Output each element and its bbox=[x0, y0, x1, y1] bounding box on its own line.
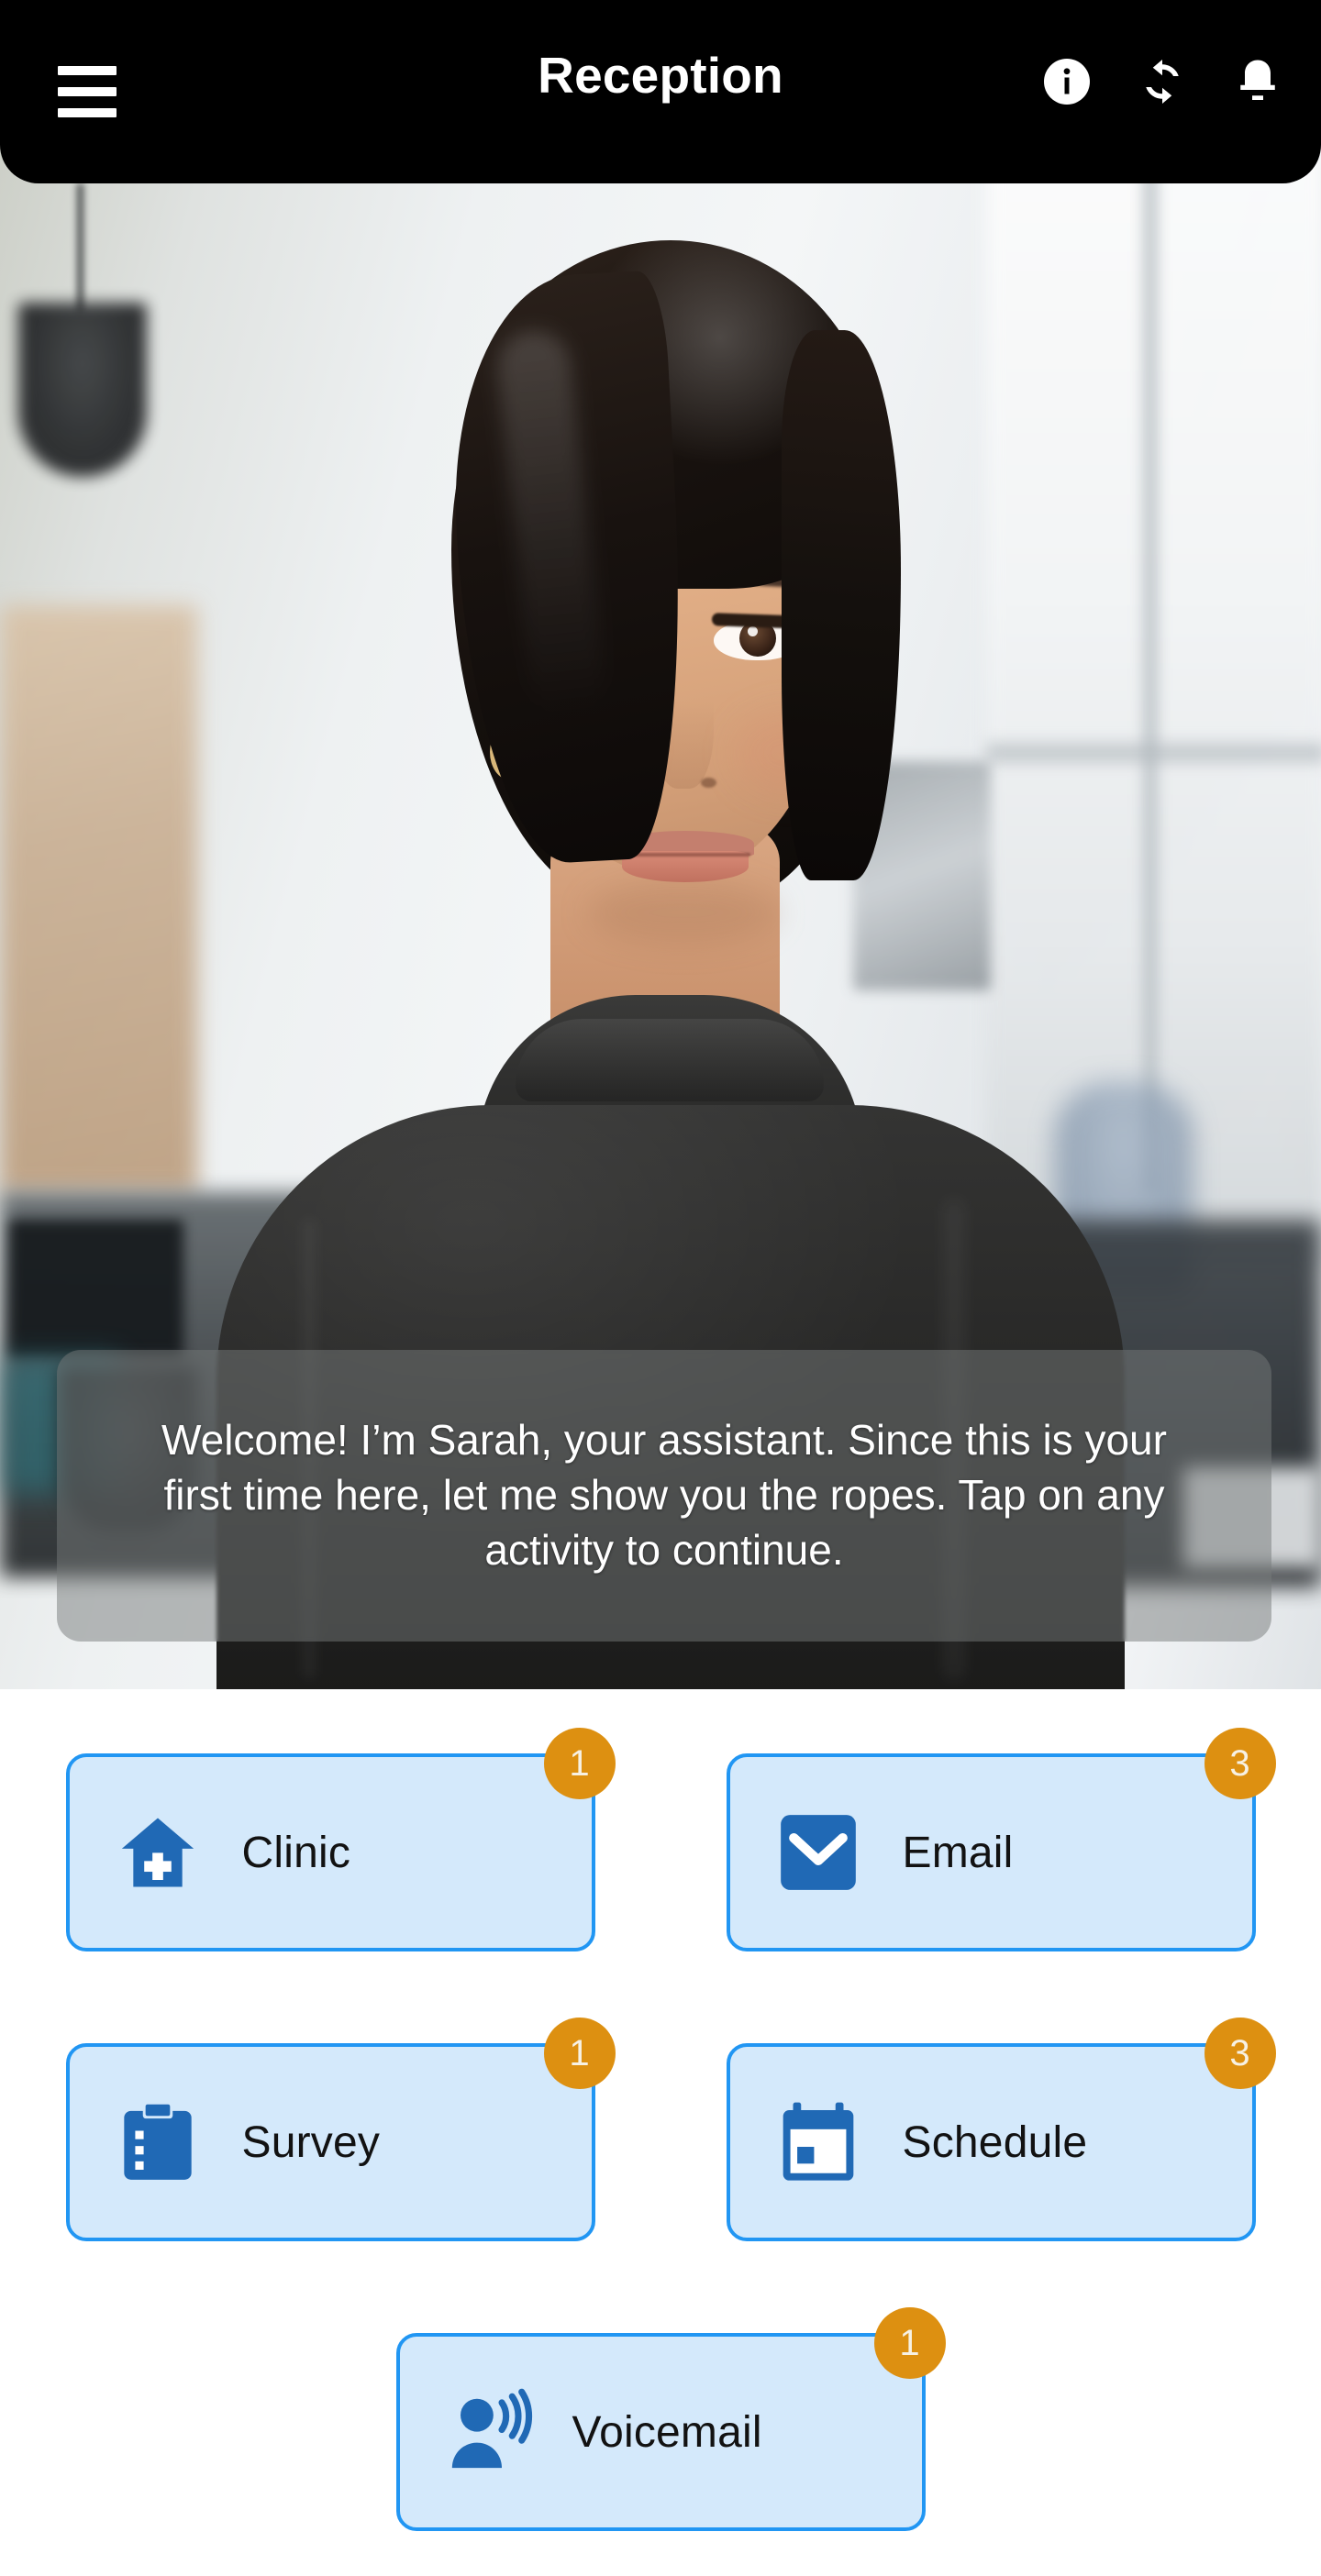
survey-clipboard-icon bbox=[112, 2096, 204, 2188]
activity-badge-count: 1 bbox=[873, 2307, 946, 2379]
activity-badge-count: 3 bbox=[1204, 1728, 1276, 1799]
voicemail-person-speaking-icon bbox=[442, 2386, 534, 2478]
activity-tile-clinic[interactable]: Clinic 1 bbox=[65, 1728, 616, 1951]
chin-shadow bbox=[587, 880, 780, 945]
info-icon[interactable] bbox=[1038, 53, 1095, 110]
schedule-calendar-icon bbox=[772, 2096, 864, 2188]
activity-label: Clinic bbox=[241, 1828, 351, 1877]
activity-badge-count: 1 bbox=[543, 1728, 616, 1799]
nostril-right bbox=[701, 778, 716, 788]
activity-label: Survey bbox=[241, 2117, 381, 2167]
welcome-message-overlay: Welcome! I’m Sarah, your assistant. Sinc… bbox=[57, 1350, 1271, 1642]
app-bar-actions bbox=[1038, 53, 1286, 110]
activity-badge-count: 3 bbox=[1204, 2018, 1276, 2089]
mouth-line bbox=[620, 853, 750, 857]
activity-label: Schedule bbox=[902, 2117, 1088, 2167]
activity-label: Email bbox=[902, 1828, 1014, 1877]
reception-screen: Welcome! I’m Sarah, your assistant. Sinc… bbox=[0, 0, 1321, 2576]
activity-badge-count: 1 bbox=[543, 2018, 616, 2089]
clinic-house-icon bbox=[112, 1807, 204, 1898]
activity-label: Voicemail bbox=[572, 2407, 762, 2457]
app-bar: Reception bbox=[0, 0, 1321, 183]
activity-row: Survey 1 Schedule 3 bbox=[0, 2018, 1321, 2241]
activity-tile-schedule[interactable]: Schedule 3 bbox=[726, 2018, 1276, 2241]
hair-right-side bbox=[782, 330, 901, 880]
hamburger-bar-3 bbox=[58, 108, 117, 117]
assistant-hero-photo: Welcome! I’m Sarah, your assistant. Sinc… bbox=[0, 0, 1321, 1689]
activity-row: Clinic 1 Email 3 bbox=[0, 1728, 1321, 1951]
activity-tile-email[interactable]: Email 3 bbox=[726, 1728, 1276, 1951]
email-envelope-icon bbox=[772, 1807, 864, 1898]
activity-row: Voicemail 1 bbox=[0, 2307, 1321, 2531]
activity-tile-voicemail[interactable]: Voicemail 1 bbox=[395, 2307, 946, 2531]
activity-grid: Clinic 1 Email 3 Survey 1 Schedule 3 Voi… bbox=[0, 1689, 1321, 2576]
activity-tile-survey[interactable]: Survey 1 bbox=[65, 2018, 616, 2241]
welcome-message-text: Welcome! I’m Sarah, your assistant. Sinc… bbox=[161, 1416, 1167, 1574]
notifications-bell-icon[interactable] bbox=[1229, 53, 1286, 110]
refresh-icon[interactable] bbox=[1134, 53, 1191, 110]
